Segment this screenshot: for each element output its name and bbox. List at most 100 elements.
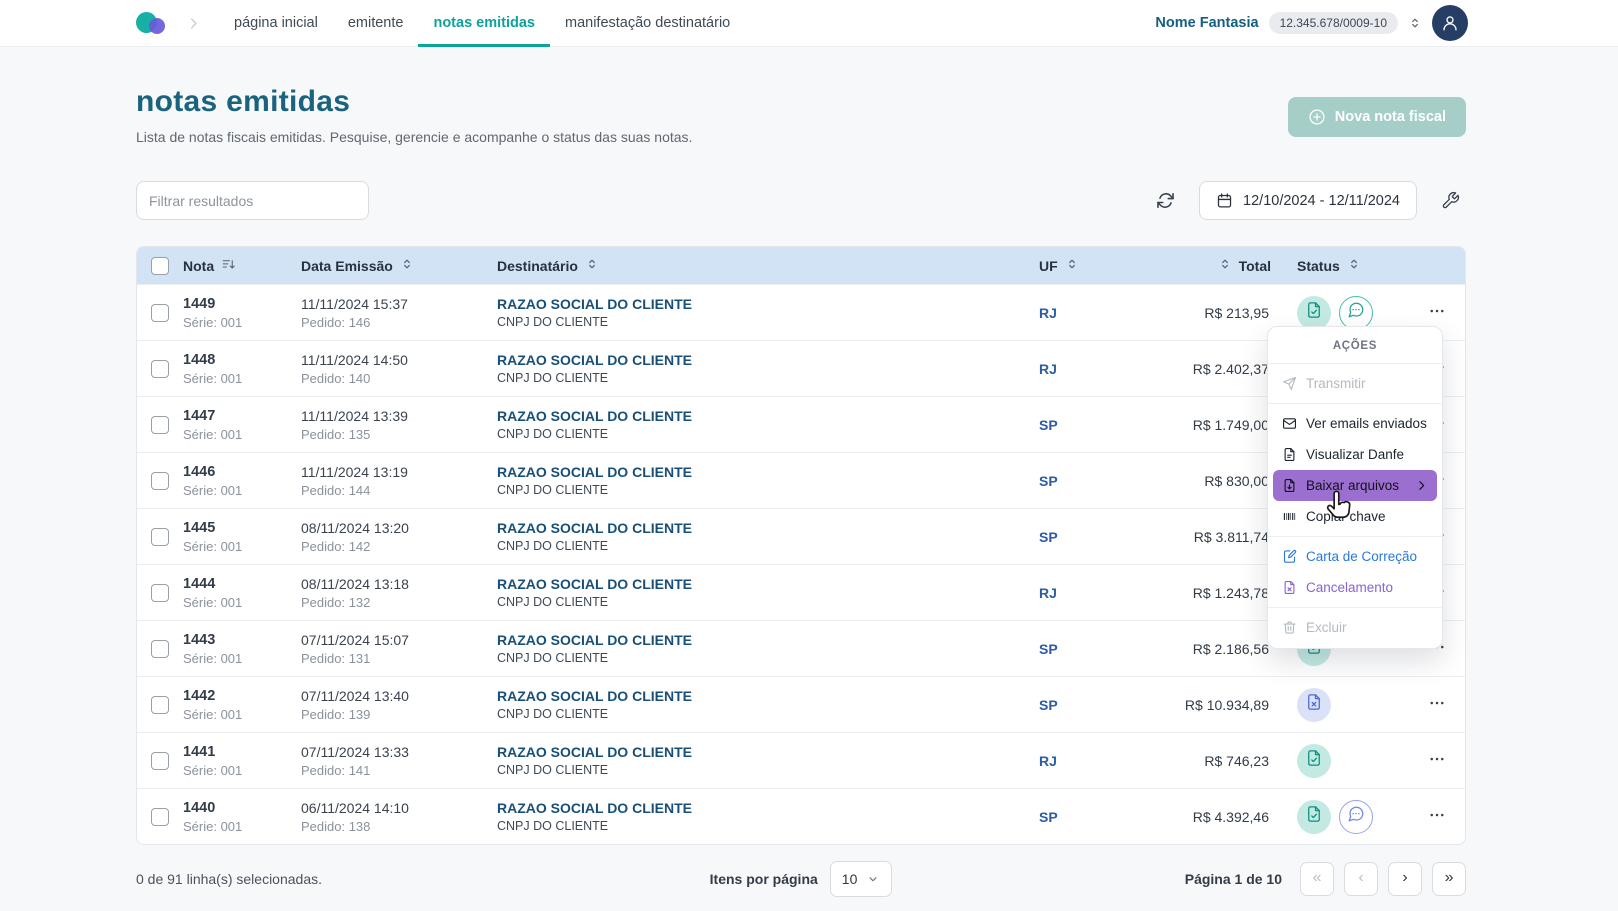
- menu-item-baixar-arquivos[interactable]: Baixar arquivos: [1273, 470, 1437, 501]
- actions-menu: AÇÕESTransmitirVer emails enviadosVisual…: [1267, 326, 1443, 649]
- status-messages-icon[interactable]: [1339, 800, 1373, 834]
- pedido: Pedido: 131: [301, 651, 497, 666]
- status-danfe-authorized-icon[interactable]: [1297, 744, 1331, 778]
- select-all-checkbox[interactable]: [151, 257, 169, 275]
- total-value: R$ 2.186,56: [1149, 641, 1271, 657]
- destinatario-cnpj: CNPJ DO CLIENTE: [497, 427, 1039, 441]
- date-range-button[interactable]: 12/10/2024 - 12/11/2024: [1199, 181, 1417, 220]
- per-page-select[interactable]: 10: [830, 861, 893, 897]
- row-checkbox[interactable]: [151, 416, 169, 434]
- row-checkbox[interactable]: [151, 752, 169, 770]
- user-avatar[interactable]: [1432, 5, 1468, 41]
- pager-prev-button[interactable]: ‹: [1344, 862, 1378, 896]
- sort-icon: [1218, 257, 1232, 274]
- row-actions-button[interactable]: [1424, 298, 1450, 327]
- nav-item-emitente[interactable]: emitente: [333, 0, 419, 47]
- destinatario-link[interactable]: RAZAO SOCIAL DO CLIENTE: [497, 632, 1039, 648]
- page-header: notas emitidas Lista de notas fiscais em…: [136, 85, 1466, 145]
- row-checkbox[interactable]: [151, 360, 169, 378]
- menu-divider: [1268, 403, 1442, 404]
- user-icon: [1440, 13, 1460, 33]
- pedido: Pedido: 140: [301, 371, 497, 386]
- nota-number: 1442: [183, 688, 301, 704]
- destinatario-link[interactable]: RAZAO SOCIAL DO CLIENTE: [497, 744, 1039, 760]
- row-checkbox[interactable]: [151, 808, 169, 826]
- row-checkbox[interactable]: [151, 584, 169, 602]
- status-messages-icon[interactable]: [1339, 296, 1373, 330]
- data-emissao: 11/11/2024 14:50: [301, 352, 497, 368]
- col-destinatario[interactable]: Destinatário: [497, 257, 1039, 274]
- nav-item-manifestacao-destinatario[interactable]: manifestação destinatário: [550, 0, 745, 47]
- sort-icon: [400, 257, 414, 274]
- row-actions-button[interactable]: [1424, 746, 1450, 775]
- destinatario-link[interactable]: RAZAO SOCIAL DO CLIENTE: [497, 800, 1039, 816]
- pager-first-button[interactable]: «: [1300, 862, 1334, 896]
- pedido: Pedido: 135: [301, 427, 497, 442]
- company-name[interactable]: Nome Fantasia: [1155, 15, 1258, 31]
- row-actions-button[interactable]: [1424, 690, 1450, 719]
- table-row: 1440Série: 00106/11/2024 14:10Pedido: 13…: [137, 788, 1465, 844]
- col-nota[interactable]: Nota: [183, 257, 301, 275]
- menu-item-visualizar-danfe[interactable]: Visualizar Danfe: [1273, 439, 1437, 470]
- col-uf[interactable]: UF: [1039, 257, 1149, 274]
- per-page-value: 10: [842, 871, 858, 887]
- nota-number: 1447: [183, 408, 301, 424]
- nav-item-pagina-inicial[interactable]: página inicial: [219, 0, 333, 47]
- destinatario-link[interactable]: RAZAO SOCIAL DO CLIENTE: [497, 520, 1039, 536]
- ellipsis-icon: [1428, 694, 1446, 715]
- nav-item-notas-emitidas[interactable]: notas emitidas: [418, 0, 550, 47]
- file-check-icon: [1305, 805, 1323, 828]
- table-settings-button[interactable]: [1435, 185, 1466, 216]
- refresh-icon: [1156, 191, 1175, 210]
- status-danfe-authorized-icon[interactable]: [1297, 296, 1331, 330]
- refresh-button[interactable]: [1150, 185, 1181, 216]
- status-danfe-rejected-icon[interactable]: [1297, 688, 1331, 722]
- nota-number: 1445: [183, 520, 301, 536]
- pedido: Pedido: 141: [301, 763, 497, 778]
- new-invoice-button[interactable]: Nova nota fiscal: [1288, 97, 1466, 137]
- menu-item-cancelamento[interactable]: Cancelamento: [1273, 572, 1437, 603]
- pager-next-button[interactable]: ›: [1388, 862, 1422, 896]
- destinatario-cnpj: CNPJ DO CLIENTE: [497, 819, 1039, 833]
- topbar: página inicialemitentenotas emitidasmani…: [0, 0, 1618, 47]
- chat-icon: [1347, 805, 1365, 828]
- table-row: 1442Série: 00107/11/2024 13:40Pedido: 13…: [137, 676, 1465, 732]
- row-checkbox[interactable]: [151, 696, 169, 714]
- row-checkbox[interactable]: [151, 528, 169, 546]
- pedido: Pedido: 138: [301, 819, 497, 834]
- destinatario-link[interactable]: RAZAO SOCIAL DO CLIENTE: [497, 352, 1039, 368]
- menu-item-transmitir: Transmitir: [1273, 368, 1437, 399]
- destinatario-cnpj: CNPJ DO CLIENTE: [497, 539, 1039, 553]
- row-actions-button[interactable]: [1424, 802, 1450, 831]
- menu-item-carta-de-correcao[interactable]: Carta de Correção: [1273, 541, 1437, 572]
- company-switcher-icon[interactable]: [1408, 16, 1422, 30]
- col-data-emissao[interactable]: Data Emissão: [301, 257, 497, 274]
- destinatario-link[interactable]: RAZAO SOCIAL DO CLIENTE: [497, 576, 1039, 592]
- items-per-page: Itens por página 10: [710, 861, 893, 897]
- uf-value: SP: [1039, 417, 1149, 433]
- nota-serie: Série: 001: [183, 427, 301, 442]
- destinatario-link[interactable]: RAZAO SOCIAL DO CLIENTE: [497, 688, 1039, 704]
- col-total[interactable]: Total: [1149, 257, 1271, 274]
- row-checkbox[interactable]: [151, 640, 169, 658]
- logo-purple-blob: [149, 18, 165, 34]
- destinatario-link[interactable]: RAZAO SOCIAL DO CLIENTE: [497, 408, 1039, 424]
- destinatario-link[interactable]: RAZAO SOCIAL DO CLIENTE: [497, 296, 1039, 312]
- ellipsis-icon: [1428, 750, 1446, 771]
- pager-last-button[interactable]: »: [1432, 862, 1466, 896]
- menu-divider: [1268, 363, 1442, 364]
- page-subtitle: Lista de notas fiscais emitidas. Pesquis…: [136, 129, 692, 145]
- destinatario-cnpj: CNPJ DO CLIENTE: [497, 595, 1039, 609]
- destinatario-link[interactable]: RAZAO SOCIAL DO CLIENTE: [497, 464, 1039, 480]
- total-value: R$ 213,95: [1149, 305, 1271, 321]
- row-checkbox[interactable]: [151, 472, 169, 490]
- row-checkbox[interactable]: [151, 304, 169, 322]
- menu-item-ver-emails-enviados[interactable]: Ver emails enviados: [1273, 408, 1437, 439]
- pedido: Pedido: 144: [301, 483, 497, 498]
- menu-item-copiar-chave[interactable]: Copiar chave: [1273, 501, 1437, 532]
- status-danfe-authorized-icon[interactable]: [1297, 800, 1331, 834]
- filter-input[interactable]: [136, 181, 369, 220]
- app-logo[interactable]: [136, 9, 170, 37]
- nota-number: 1444: [183, 576, 301, 592]
- col-status[interactable]: Status: [1271, 257, 1409, 274]
